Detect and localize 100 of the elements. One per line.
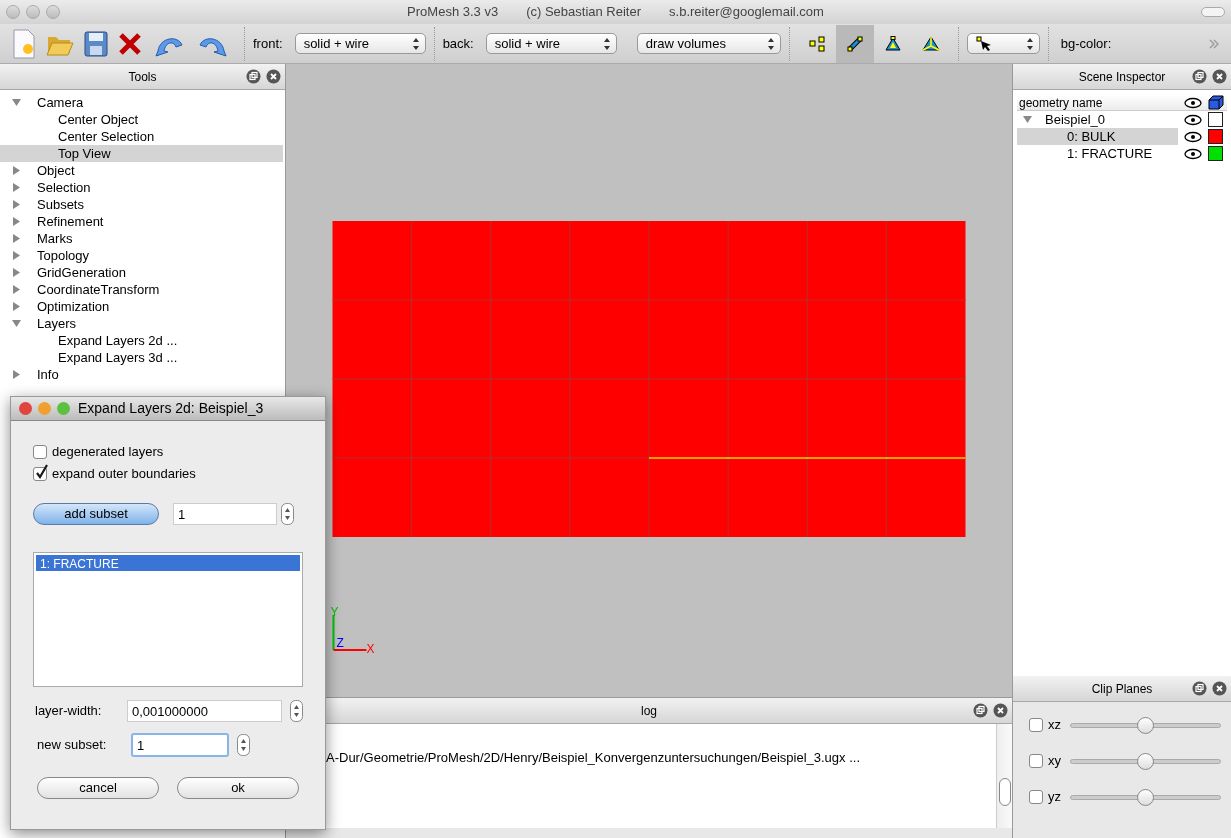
tree-item[interactable]: Topology — [0, 247, 283, 264]
eye-icon[interactable] — [1184, 147, 1202, 160]
scene-inspector-title: Scene Inspector — [1078, 68, 1166, 86]
layer-width-label: layer-width: — [35, 702, 103, 721]
stepper-icon[interactable] — [237, 734, 250, 756]
slider-track[interactable] — [1070, 716, 1221, 734]
toolbar-toggle-icon[interactable] — [1201, 7, 1225, 17]
tree-item[interactable]: CoordinateTransform — [0, 281, 283, 298]
color-swatch[interactable] — [1208, 129, 1223, 144]
window-title: ProMesh 3.3 v3 — [407, 3, 499, 22]
tree-item[interactable]: Selection — [0, 179, 283, 196]
plane-checkbox[interactable] — [1029, 718, 1043, 732]
tree-item[interactable]: Marks — [0, 230, 283, 247]
back-mode-dropdown[interactable]: solid + wire — [485, 33, 617, 54]
slider-thumb[interactable] — [1137, 752, 1154, 770]
option-checkbox[interactable] — [33, 467, 47, 481]
tree-item[interactable]: Layers — [0, 315, 283, 332]
tree-item[interactable]: Expand Layers 2d ... — [0, 332, 283, 349]
tree-item[interactable]: Refinement — [0, 213, 283, 230]
axes-drawing: Y Z X — [330, 605, 375, 656]
tetrahedron-icon — [921, 35, 940, 52]
more-icon[interactable] — [1209, 38, 1219, 49]
add-subset-button[interactable]: add subset — [33, 503, 159, 525]
float-icon[interactable] — [1192, 69, 1207, 84]
tree-item[interactable]: Expand Layers 3d ... — [0, 349, 283, 366]
option-checkbox[interactable] — [33, 445, 47, 459]
eye-icon[interactable] — [1184, 113, 1202, 126]
stepper-icon[interactable] — [290, 700, 303, 722]
stepper-icon[interactable] — [281, 503, 294, 525]
geometry-row[interactable]: 1: FRACTURE — [1017, 145, 1178, 162]
float-icon[interactable] — [246, 69, 261, 84]
updown-icon — [1024, 36, 1035, 51]
float-icon[interactable] — [973, 703, 988, 718]
subset-index-field[interactable]: 1 — [173, 503, 277, 525]
plane-label: yz — [1048, 788, 1062, 807]
updown-icon — [410, 36, 421, 51]
cursor-mode-dropdown[interactable] — [966, 33, 1040, 54]
scrollbar[interactable] — [996, 724, 1012, 828]
close-icon[interactable] — [1212, 681, 1227, 696]
close-window-icon[interactable] — [19, 402, 32, 415]
geometry-row[interactable]: Beispiel_0 — [1017, 111, 1178, 128]
log-title: log — [641, 702, 657, 720]
new-subset-label: new subset: — [37, 736, 108, 755]
new-subset-field[interactable]: 1 — [131, 733, 229, 757]
triangle-icon — [883, 35, 902, 52]
save-icon[interactable] — [84, 30, 108, 57]
eye-icon[interactable] — [1184, 130, 1202, 143]
viewport[interactable]: Y Z X — [286, 64, 1012, 697]
tools-title: Tools — [128, 68, 157, 86]
geometry-row[interactable]: 0: BULK — [1017, 128, 1178, 145]
tree-item[interactable]: Center Selection — [0, 128, 283, 145]
front-mode-dropdown[interactable]: solid + wire — [294, 33, 426, 54]
close-icon[interactable] — [993, 703, 1008, 718]
delete-icon[interactable] — [118, 31, 142, 56]
back-label: back: — [442, 34, 474, 53]
color-swatch[interactable] — [1208, 146, 1223, 161]
new-file-icon[interactable] — [12, 28, 36, 59]
log-line: A-Dur/Geometrie/ProMesh/2D/Henry/Beispiel_Konvergenzuntersuchungen/Beispiel_3.ugx ... — [326, 749, 861, 767]
slider-thumb[interactable] — [1137, 716, 1154, 734]
slider-track[interactable] — [1070, 788, 1221, 806]
clip-planes-title: Clip Planes — [1091, 680, 1153, 698]
tree-item[interactable]: Top View — [0, 145, 283, 162]
close-icon[interactable] — [1212, 69, 1227, 84]
draw-mode-dropdown[interactable]: draw volumes — [636, 33, 781, 54]
tree-item[interactable]: Center Object — [0, 111, 283, 128]
plane-label: xy — [1048, 752, 1062, 771]
expanded-arrow-icon[interactable] — [12, 319, 21, 328]
close-icon[interactable] — [266, 69, 281, 84]
selection-mode-button[interactable] — [835, 24, 874, 63]
layer-width-field[interactable]: 0,001000000 — [127, 700, 282, 722]
collapsed-arrow-icon[interactable] — [12, 370, 21, 379]
plane-checkbox[interactable] — [1029, 754, 1043, 768]
slider-track[interactable] — [1070, 752, 1221, 770]
plane-checkbox[interactable] — [1029, 790, 1043, 804]
expanded-arrow-icon[interactable] — [12, 98, 21, 107]
tree-item[interactable]: GridGeneration — [0, 264, 283, 281]
dialog-button[interactable]: ok — [177, 777, 299, 799]
expanded-arrow-icon[interactable] — [1023, 115, 1032, 124]
float-icon[interactable] — [1192, 681, 1207, 696]
tree-item[interactable]: Optimization — [0, 298, 283, 315]
cube-icon — [1208, 95, 1224, 110]
tree-item[interactable]: Camera — [0, 94, 283, 111]
tree-item[interactable]: Subsets — [0, 196, 283, 213]
color-swatch[interactable] — [1208, 112, 1223, 127]
updown-icon — [765, 36, 776, 51]
vertices-icon — [808, 35, 825, 52]
bg-color-label: bg-color: — [1060, 34, 1112, 53]
eye-icon — [1184, 96, 1202, 109]
subset-list-item[interactable]: 1: FRACTURE — [36, 555, 300, 571]
slider-thumb[interactable] — [1137, 788, 1154, 806]
dialog-title: Expand Layers 2d: Beispiel_3 — [78, 399, 264, 418]
tree-item[interactable]: Object — [0, 162, 283, 179]
scroll-thumb[interactable] — [998, 778, 1011, 806]
front-label: front: — [253, 34, 283, 53]
tree-item[interactable]: Info — [0, 366, 283, 383]
updown-icon — [601, 36, 612, 51]
plane-label: xz — [1048, 716, 1062, 735]
dialog-button[interactable]: cancel — [37, 777, 159, 799]
option-label: expand outer boundaries — [52, 465, 196, 484]
window-email: s.b.reiter@googlemail.com — [669, 3, 824, 22]
